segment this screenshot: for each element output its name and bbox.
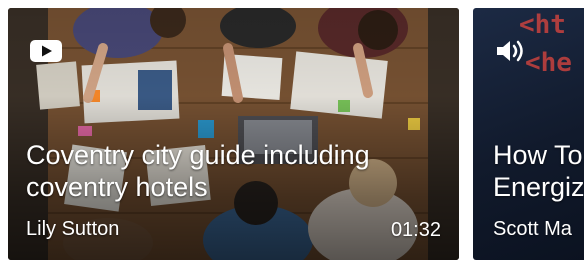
card-title-line: Energiz	[493, 172, 584, 202]
card-author: Lily Sutton	[26, 218, 120, 240]
card-title[interactable]: Coventry city guide including coventry h…	[26, 139, 446, 203]
card-title-line: How To	[493, 140, 583, 170]
card-title[interactable]: How To Energiz	[493, 139, 584, 203]
media-card-video[interactable]: Coventry city guide including coventry h…	[8, 8, 459, 260]
code-text-line: <ht	[519, 10, 566, 40]
card-duration: 01:32	[390, 219, 441, 241]
speaker-volume-icon	[497, 40, 523, 62]
youtube-play-icon	[30, 40, 62, 62]
card-author: Scott Ma	[493, 218, 572, 240]
code-text-line: <he	[525, 48, 572, 78]
media-card-audio[interactable]: <ht <he How To Energiz Scott Ma	[473, 8, 584, 260]
